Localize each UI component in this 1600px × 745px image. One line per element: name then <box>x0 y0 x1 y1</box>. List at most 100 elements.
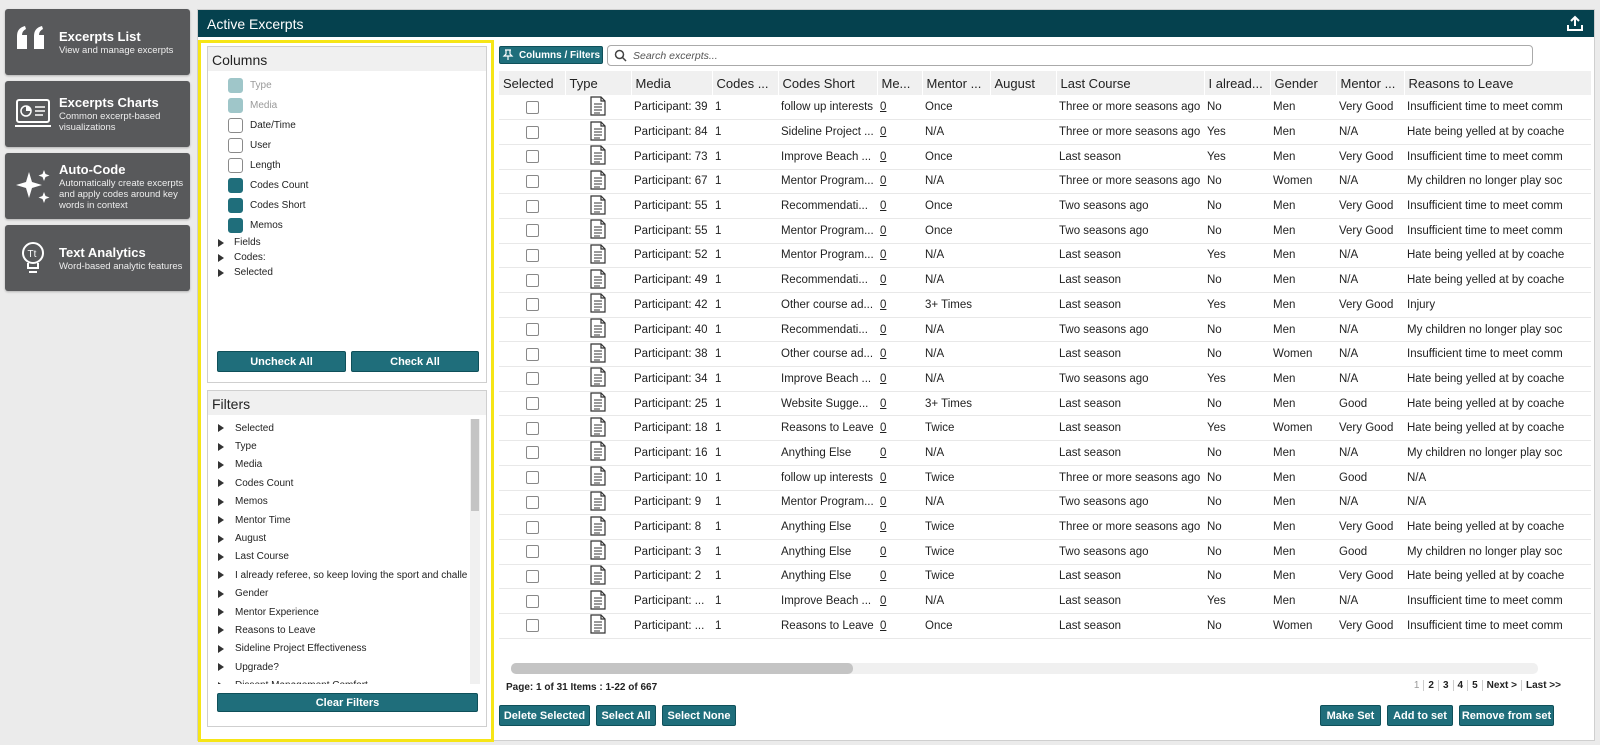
table-row[interactable]: Participant: 3 1 Anything Else 0 Twice Two se… <box>499 539 1591 565</box>
memos-cell[interactable]: 0 <box>877 514 922 540</box>
table-row[interactable]: Participant: 10 1 follow up interests 0 Twic… <box>499 465 1591 491</box>
filter-item[interactable]: Dissent Management Comfort <box>218 676 470 684</box>
filter-item[interactable]: Selected <box>218 419 470 437</box>
filter-item[interactable]: Upgrade? <box>218 658 470 676</box>
row-checkbox[interactable] <box>525 298 539 312</box>
row-checkbox[interactable] <box>525 347 539 361</box>
page-link[interactable]: 3 <box>1439 680 1454 691</box>
table-horizontal-scrollbar[interactable] <box>511 663 1538 674</box>
memos-cell[interactable]: 0 <box>877 292 922 318</box>
uncheck-all-button[interactable]: Uncheck All <box>217 351 346 372</box>
memos-cell[interactable]: 0 <box>877 391 922 417</box>
filter-item[interactable]: Codes Count <box>218 474 470 492</box>
expand-triangle-icon[interactable] <box>218 497 224 506</box>
memos-cell[interactable]: 0 <box>877 564 922 590</box>
expand-triangle-icon[interactable] <box>218 552 224 561</box>
row-checkbox[interactable] <box>525 323 539 337</box>
last-page-link[interactable]: Last >> <box>1522 680 1565 691</box>
row-checkbox[interactable] <box>525 248 539 262</box>
expand-triangle-icon[interactable] <box>218 571 224 580</box>
memos-cell[interactable]: 0 <box>877 317 922 343</box>
column-header[interactable]: Reasons to Leave <box>1404 71 1591 95</box>
page-link[interactable]: 5 <box>1468 680 1483 691</box>
expand-triangle-icon[interactable] <box>218 681 224 684</box>
document-icon[interactable] <box>590 367 606 390</box>
column-header[interactable]: Gender <box>1270 71 1337 95</box>
row-checkbox[interactable] <box>525 224 539 238</box>
table-row[interactable]: Participant: 52 1 Mentor Program... 0 N/A Las… <box>499 243 1591 269</box>
expand-triangle-icon[interactable] <box>218 663 224 672</box>
document-icon[interactable] <box>590 343 606 366</box>
row-checkbox[interactable] <box>525 495 539 509</box>
column-checkbox[interactable] <box>228 197 243 213</box>
search-input[interactable] <box>633 49 1513 62</box>
column-option[interactable]: Length <box>228 155 486 175</box>
nav-excerpts-charts[interactable]: Excerpts Charts Common excerpt-based vis… <box>5 81 190 147</box>
row-checkbox[interactable] <box>525 372 539 386</box>
column-option[interactable]: Date/Time <box>228 115 486 135</box>
filter-item[interactable]: Gender <box>218 585 470 603</box>
column-checkbox[interactable] <box>228 137 243 153</box>
document-icon[interactable] <box>590 540 606 563</box>
row-checkbox[interactable] <box>525 446 539 460</box>
document-icon[interactable] <box>590 466 606 489</box>
document-icon[interactable] <box>590 491 606 514</box>
document-icon[interactable] <box>590 95 606 119</box>
memos-cell[interactable]: 0 <box>877 366 922 392</box>
clear-filters-button[interactable]: Clear Filters <box>217 693 478 712</box>
column-header[interactable]: Codes ... <box>712 71 779 95</box>
nav-excerpts-list[interactable]: Excerpts List View and manage excerpts <box>5 9 190 75</box>
make-set-button[interactable]: Make Set <box>1320 705 1381 726</box>
table-row[interactable]: Participant: 9 1 Mentor Program... 0 N/A Two … <box>499 490 1591 516</box>
row-checkbox[interactable] <box>525 150 539 164</box>
column-checkbox[interactable] <box>228 177 243 193</box>
filter-item[interactable]: Type <box>218 437 470 455</box>
column-checkbox[interactable] <box>228 217 243 233</box>
filter-item[interactable]: Reasons to Leave <box>218 621 470 639</box>
memos-cell[interactable]: 0 <box>877 341 922 368</box>
document-icon[interactable] <box>590 565 606 588</box>
filter-item[interactable]: Last Course <box>218 548 470 566</box>
nav-text-analytics[interactable]: Tt Text Analytics Word-based analytic fe… <box>5 225 190 291</box>
column-checkbox[interactable] <box>228 157 243 173</box>
document-icon[interactable] <box>590 318 606 341</box>
export-icon[interactable] <box>1566 15 1584 32</box>
page-link[interactable]: 4 <box>1454 680 1469 691</box>
table-row[interactable]: Participant: ... 1 Reasons to Leave 0 Once La… <box>499 613 1591 639</box>
table-row[interactable]: Participant: 67 1 Mentor Program... 0 N/A Thr… <box>499 169 1591 195</box>
remove-from-set-button[interactable]: Remove from set <box>1459 705 1554 726</box>
filter-item[interactable]: I already referee, so keep loving the sp… <box>218 566 470 584</box>
memos-cell[interactable]: 0 <box>877 193 922 219</box>
column-option[interactable]: Codes Short <box>228 195 486 215</box>
row-checkbox[interactable] <box>525 199 539 213</box>
row-checkbox[interactable] <box>525 100 539 114</box>
table-row[interactable]: Participant: 25 1 Website Sugge... 0 3+ Time… <box>499 391 1591 417</box>
column-header[interactable]: Media <box>631 71 713 95</box>
table-row[interactable]: Participant: 73 1 Improve Beach ... 0 Once La… <box>499 144 1591 170</box>
memos-cell[interactable]: 0 <box>877 415 922 442</box>
memos-cell[interactable]: 0 <box>877 588 922 614</box>
expand-triangle-icon[interactable] <box>218 534 224 543</box>
column-header[interactable]: Type <box>565 71 632 95</box>
filters-scrollbar[interactable] <box>470 419 480 684</box>
column-header[interactable]: Me... <box>877 71 923 95</box>
column-header[interactable]: Last Course <box>1056 71 1205 95</box>
memos-cell[interactable]: 0 <box>877 440 922 466</box>
filter-item[interactable]: Media <box>218 456 470 474</box>
row-checkbox[interactable] <box>525 545 539 559</box>
memos-cell[interactable]: 0 <box>877 243 922 269</box>
row-checkbox[interactable] <box>525 594 539 608</box>
filter-item[interactable]: Mentor Time <box>218 511 470 529</box>
memos-cell[interactable]: 0 <box>877 218 922 244</box>
expand-triangle-icon[interactable] <box>218 516 224 525</box>
row-checkbox[interactable] <box>525 397 539 411</box>
row-checkbox[interactable] <box>525 273 539 287</box>
column-header[interactable]: Mentor ... <box>1336 71 1405 95</box>
table-row[interactable]: Participant: 8 1 Anything Else 0 Twice Three … <box>499 514 1591 540</box>
table-row[interactable]: Participant: 16 1 Anything Else 0 N/A Last se… <box>499 440 1591 466</box>
expand-triangle-icon[interactable] <box>218 253 224 262</box>
expand-triangle-icon[interactable] <box>218 626 224 635</box>
memos-cell[interactable]: 0 <box>877 490 922 516</box>
document-icon[interactable] <box>590 515 606 539</box>
table-row[interactable]: Participant: 84 1 Sideline Project ... 0 N/A… <box>499 119 1591 145</box>
